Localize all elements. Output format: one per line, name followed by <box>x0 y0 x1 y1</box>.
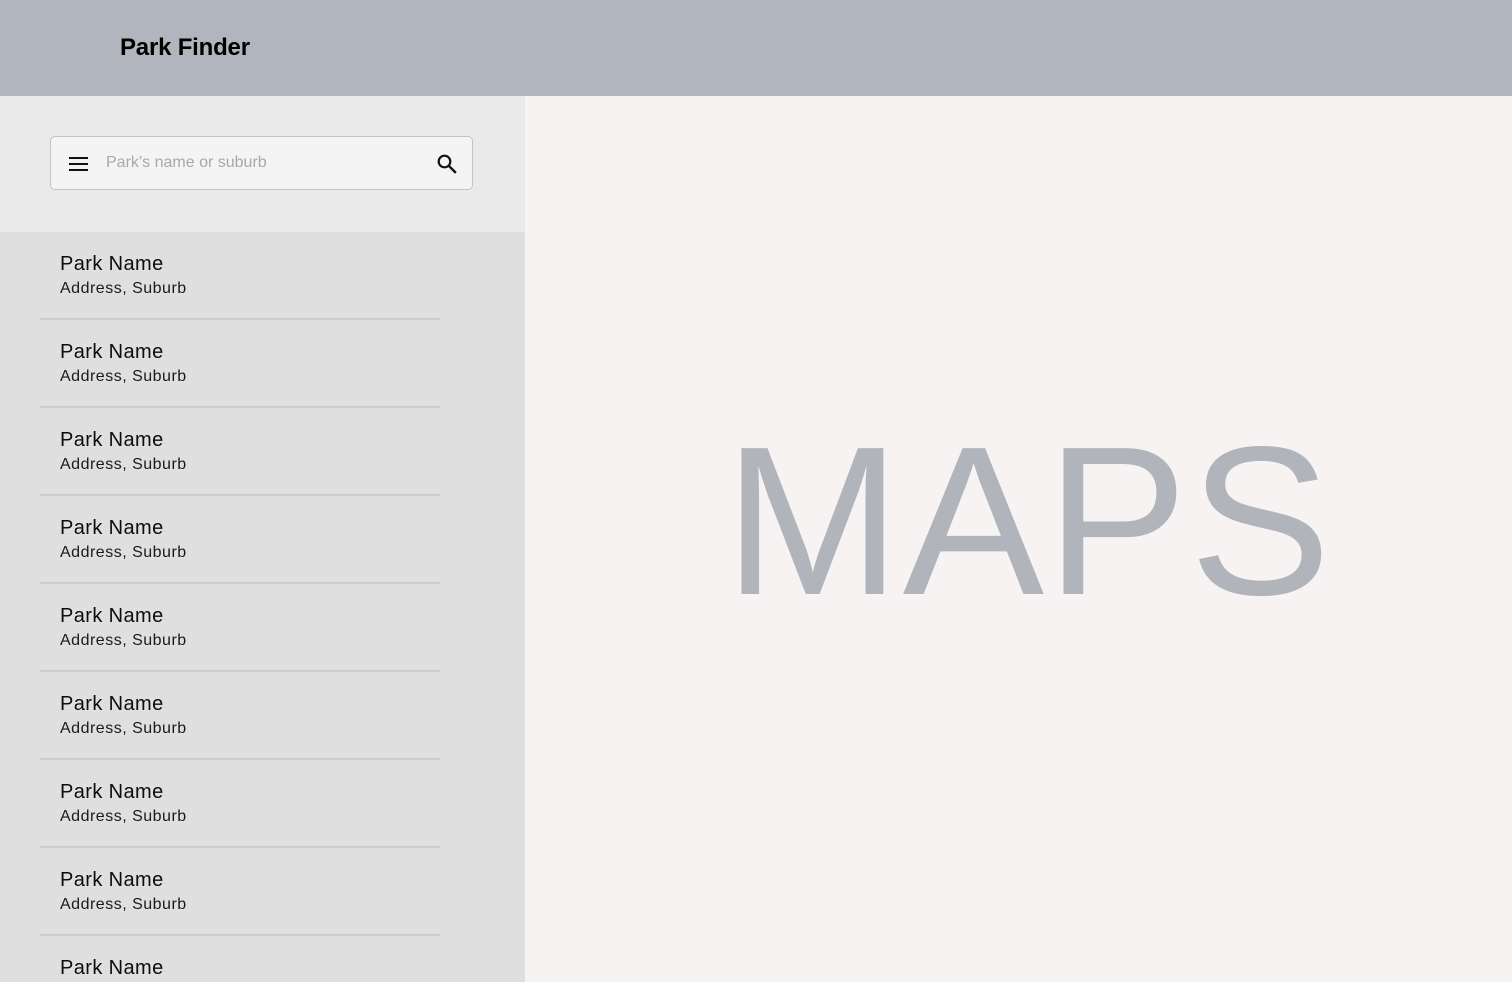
park-name: Park Name <box>60 517 164 539</box>
park-list-item[interactable]: Park Name Address, Suburb <box>0 584 525 672</box>
app-title: Park Finder <box>120 34 250 61</box>
map-placeholder-text: MAPS <box>724 402 1333 639</box>
park-list-item[interactable]: Park Name Address, Suburb <box>0 320 525 408</box>
app-header: Park Finder <box>0 0 1512 96</box>
park-name: Park Name <box>60 341 164 363</box>
park-list-item[interactable]: Park Name Address, Suburb <box>0 496 525 584</box>
park-address: Address, Suburb <box>60 896 187 913</box>
search-bar <box>50 136 473 190</box>
park-list-item[interactable]: Park Name Address, Suburb <box>0 408 525 496</box>
park-name: Park Name <box>60 253 164 275</box>
search-area <box>0 96 525 232</box>
park-name: Park Name <box>60 781 164 803</box>
sidebar: Park Name Address, Suburb Park Name Addr… <box>0 96 525 982</box>
search-input[interactable] <box>106 147 416 179</box>
park-list-item[interactable]: Park Name Address, Suburb <box>0 848 525 936</box>
park-address: Address, Suburb <box>60 808 187 825</box>
menu-icon[interactable] <box>68 153 90 175</box>
park-address: Address, Suburb <box>60 280 187 297</box>
park-address: Address, Suburb <box>60 544 187 561</box>
park-list-item[interactable]: Park Name Address, Suburb <box>0 232 525 320</box>
park-list-item[interactable]: Park Name Address, Suburb <box>0 760 525 848</box>
park-list: Park Name Address, Suburb Park Name Addr… <box>0 232 525 982</box>
park-name: Park Name <box>60 869 164 891</box>
park-address: Address, Suburb <box>60 632 187 649</box>
park-list-item[interactable]: Park Name <box>0 936 525 982</box>
park-list-item[interactable]: Park Name Address, Suburb <box>0 672 525 760</box>
park-address: Address, Suburb <box>60 456 187 473</box>
park-name: Park Name <box>60 605 164 627</box>
map-view[interactable]: MAPS <box>525 96 1512 982</box>
park-name: Park Name <box>60 693 164 715</box>
park-name: Park Name <box>60 957 164 979</box>
park-address: Address, Suburb <box>60 720 187 737</box>
search-icon[interactable] <box>436 153 458 175</box>
park-name: Park Name <box>60 429 164 451</box>
park-address: Address, Suburb <box>60 368 187 385</box>
